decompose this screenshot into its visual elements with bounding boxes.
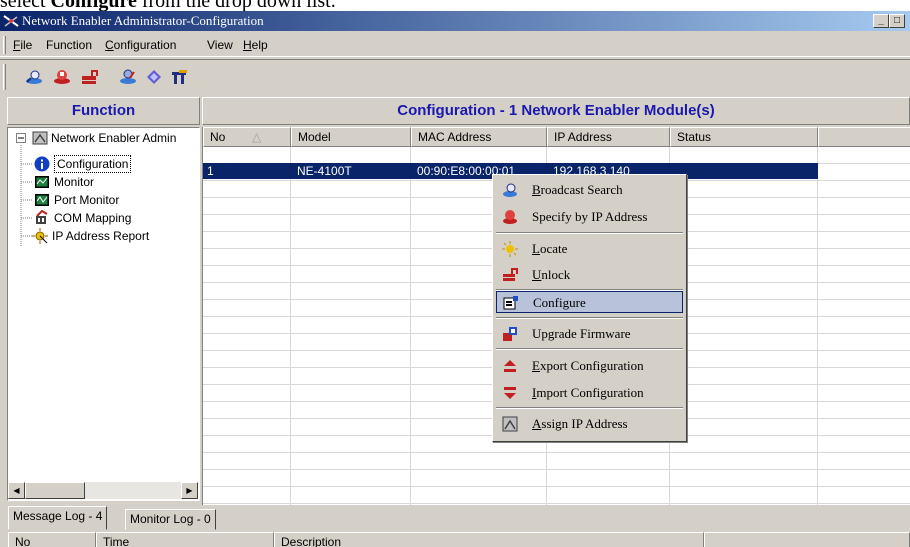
tree-item-ip-address-report[interactable]: IP Address Report	[8, 227, 199, 245]
import-configuration-icon	[504, 387, 516, 399]
function-tree: Network Enabler Admin Configuration Moni…	[7, 127, 200, 501]
menu-item-assign-ip-address[interactable]: Assign IP Address	[496, 413, 683, 435]
column-header-mac-address[interactable]: MAC Address	[411, 127, 547, 147]
menu-file[interactable]: File	[13, 38, 32, 52]
specify-ip-icon	[503, 210, 517, 224]
com-mapping-icon[interactable]	[170, 68, 190, 86]
locate-icon	[502, 241, 518, 257]
tab-monitor-log[interactable]: Monitor Log - 0	[125, 509, 216, 530]
log-table-header: No Time Description	[8, 532, 910, 547]
window-title: Network Enabler Administrator-Configurat…	[22, 13, 264, 28]
col-divider	[410, 147, 411, 505]
menu-configuration[interactable]: Configuration	[105, 38, 176, 52]
function-panel-title: Function	[7, 97, 200, 125]
tree-item-com-mapping-label: COM Mapping	[54, 211, 132, 225]
column-header-ip-address[interactable]: IP Address	[547, 127, 670, 147]
broadcast-search-icon[interactable]	[24, 68, 44, 86]
column-header-status[interactable]: Status	[670, 127, 818, 147]
menu-item-broadcast-search[interactable]: Broadcast Search	[496, 179, 683, 201]
menu-item-upgrade-firmware[interactable]: Upgrade Firmware	[496, 323, 683, 345]
port-monitor-icon	[35, 194, 49, 206]
application-window: Network Enabler Administrator-Configurat…	[0, 11, 910, 547]
menu-item-unlock[interactable]: Unlock	[496, 264, 683, 286]
tree-item-ip-address-report-label: IP Address Report	[52, 229, 150, 243]
log-column-description[interactable]: Description	[274, 532, 704, 547]
specify-ip-icon[interactable]	[52, 68, 72, 86]
caption-bold: Configure	[50, 0, 137, 11]
menu-item-locate[interactable]: Locate	[496, 238, 683, 260]
unlock-icon[interactable]	[80, 68, 100, 86]
cell-model: NE-4100T	[297, 164, 352, 178]
tree-item-configuration[interactable]: Configuration	[8, 155, 199, 173]
scroll-left-button[interactable]: ◀	[8, 482, 25, 499]
menu-separator	[496, 407, 683, 409]
instruction-caption: select Configure from the drop down list…	[0, 0, 910, 11]
tab-message-log[interactable]: Message Log - 4	[8, 506, 108, 530]
title-bar[interactable]: Network Enabler Administrator-Configurat…	[0, 11, 910, 31]
tree-item-port-monitor[interactable]: Port Monitor	[8, 191, 199, 209]
menu-grip	[3, 36, 6, 54]
cell-no: 1	[207, 164, 214, 178]
log-column-time[interactable]: Time	[96, 532, 274, 547]
menu-function[interactable]: Function	[46, 38, 92, 52]
tree-root-label: Network Enabler Admin	[51, 131, 177, 145]
app-icon	[3, 15, 19, 27]
tree-item-monitor[interactable]: Monitor	[8, 173, 199, 191]
col-divider	[290, 147, 291, 505]
caption-prefix: select	[0, 0, 51, 11]
monitor-icon	[35, 176, 49, 188]
com-mapping-icon	[36, 210, 48, 224]
scroll-right-button[interactable]: ▶	[181, 482, 198, 499]
tree-root[interactable]: Network Enabler Admin	[8, 129, 199, 147]
collapse-icon[interactable]	[16, 133, 26, 143]
menu-help[interactable]: Help	[243, 38, 268, 52]
export-configuration-icon	[504, 360, 516, 372]
menu-separator	[496, 317, 683, 319]
broadcast-search-icon	[503, 183, 517, 197]
menu-item-export-configuration[interactable]: Export Configuration	[496, 355, 683, 377]
caption-suffix: from the drop down list.	[136, 0, 336, 11]
menu-item-configure[interactable]: Configure	[496, 291, 683, 313]
sort-ascending-icon: △	[252, 130, 262, 144]
log-column-no[interactable]: No	[8, 532, 96, 547]
configure-icon[interactable]	[118, 68, 138, 86]
info-icon	[34, 156, 50, 172]
context-menu: Broadcast Search Specify by IP Address L…	[492, 174, 687, 442]
tree-item-com-mapping[interactable]: COM Mapping	[8, 209, 199, 227]
scroll-thumb[interactable]	[25, 482, 85, 499]
toolbar-grip	[3, 64, 6, 90]
toolbar	[0, 59, 910, 93]
menu-separator	[496, 232, 683, 234]
menu-view[interactable]: View	[207, 38, 233, 52]
menu-separator	[496, 348, 683, 350]
upgrade-firmware-icon[interactable]	[144, 68, 164, 86]
tree-item-monitor-label: Monitor	[54, 175, 95, 189]
assign-ip-icon	[502, 416, 518, 432]
tree-item-configuration-label: Configuration	[54, 155, 132, 173]
column-header-no[interactable]: No △	[203, 127, 291, 147]
upgrade-firmware-icon	[503, 327, 517, 341]
log-tabs: Message Log - 4 Monitor Log - 0	[0, 506, 910, 530]
menu-item-specify-by-ip[interactable]: Specify by IP Address	[496, 206, 683, 228]
menu-item-import-configuration[interactable]: Import Configuration	[496, 382, 683, 404]
network-enabler-icon	[32, 131, 48, 145]
minimize-button[interactable]: _	[873, 14, 889, 28]
column-header-model[interactable]: Model	[291, 127, 411, 147]
tree-item-port-monitor-label: Port Monitor	[54, 193, 120, 207]
unlock-icon	[503, 268, 518, 281]
configure-icon	[503, 296, 518, 310]
tree-horizontal-scrollbar[interactable]: ◀ ▶	[8, 482, 198, 499]
col-divider	[817, 147, 818, 505]
menu-bar: File Function Configuration View Help	[0, 33, 910, 57]
ip-report-icon	[32, 228, 48, 244]
log-column-filler	[704, 532, 910, 547]
configuration-panel-title: Configuration - 1 Network Enabler Module…	[202, 97, 910, 125]
maximize-button[interactable]: □	[889, 14, 905, 28]
column-header-filler	[818, 127, 910, 147]
